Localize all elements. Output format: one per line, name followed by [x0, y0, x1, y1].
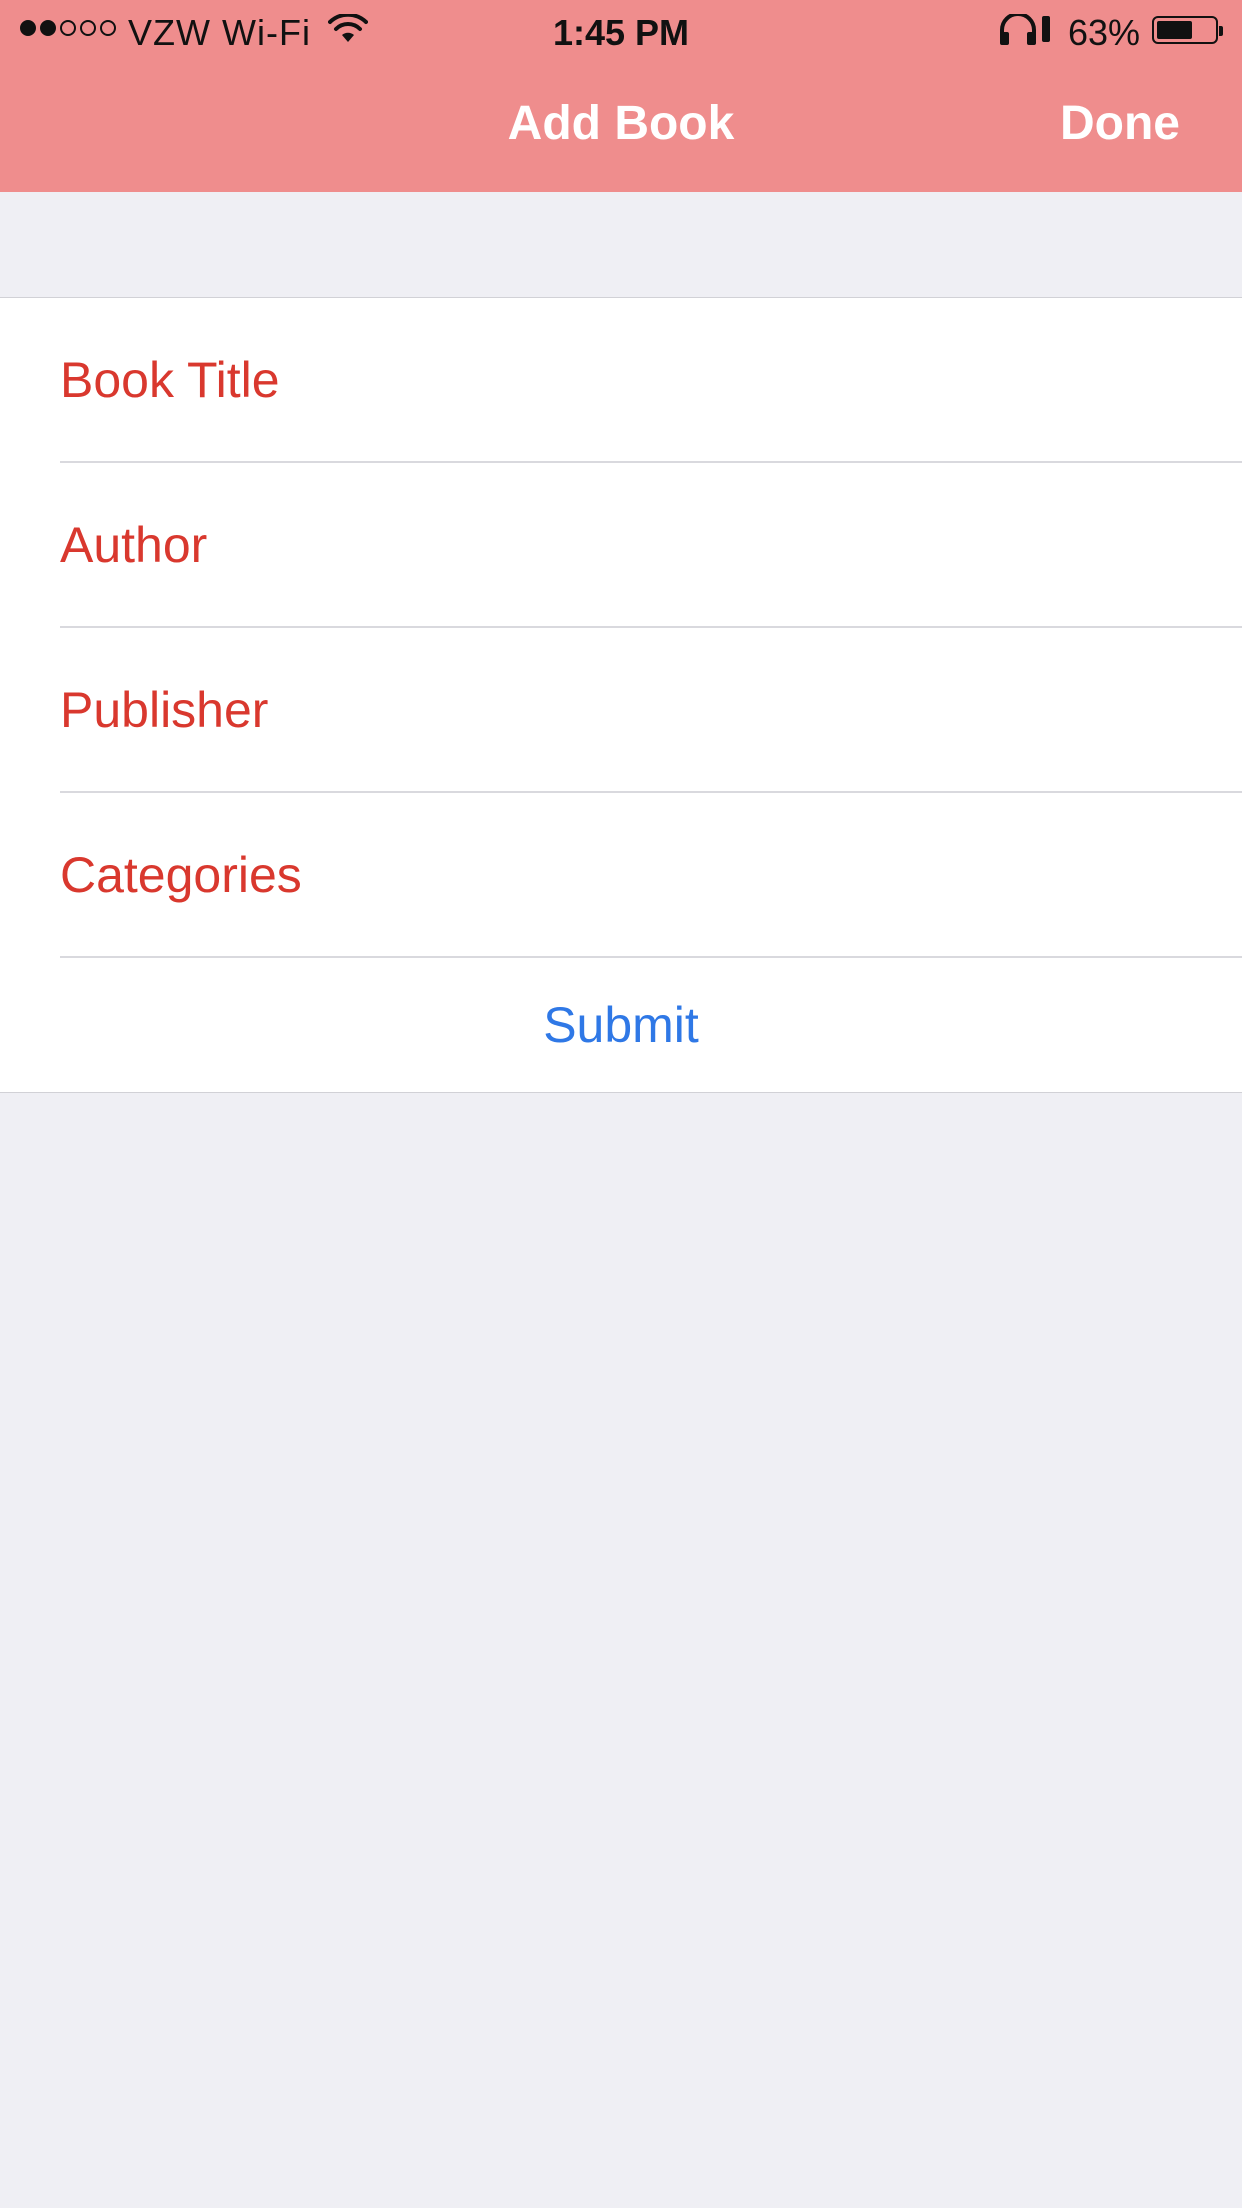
done-button[interactable]: Done [1060, 96, 1180, 151]
status-bar: VZW Wi-Fi 1:45 PM 63% [0, 0, 1242, 62]
add-book-form: Submit [0, 297, 1242, 1093]
page-title: Add Book [507, 97, 735, 150]
navigation-bar: VZW Wi-Fi 1:45 PM 63% Add Book Done [0, 0, 1242, 192]
status-time: 1:45 PM [552, 12, 690, 53]
categories-input[interactable] [60, 793, 1220, 957]
book-title-input[interactable] [60, 298, 1220, 462]
author-row [0, 463, 1242, 628]
battery-percentage: 63% [1068, 12, 1141, 53]
battery-fill [1157, 21, 1192, 39]
publisher-input[interactable] [60, 628, 1220, 792]
bluetooth-battery-icon [1042, 16, 1050, 42]
book-title-row [0, 298, 1242, 463]
author-input[interactable] [60, 463, 1220, 627]
publisher-row [0, 628, 1242, 793]
headphones-icon [1000, 14, 1036, 45]
submit-button[interactable]: Submit [0, 958, 1242, 1092]
categories-row [0, 793, 1242, 958]
battery-icon [1152, 16, 1223, 44]
